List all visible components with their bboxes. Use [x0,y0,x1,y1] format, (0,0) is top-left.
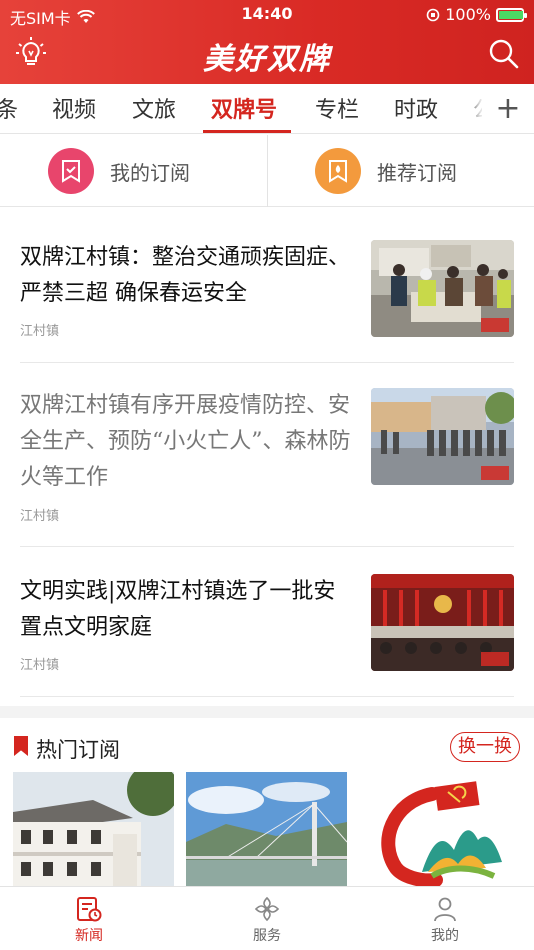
news-thumbnail [371,388,514,485]
hot-subscription-card[interactable] [362,772,534,886]
bottom-nav: 新闻 服务 我的 [0,886,534,950]
news-thumbnail [371,574,514,671]
nav-profile[interactable]: 我的 [356,887,534,950]
my-subscriptions-label: 我的订阅 [110,160,190,185]
tab-culture-tourism[interactable]: 文旅 [132,92,176,124]
recommended-subscriptions-button[interactable]: 推荐订阅 [315,135,457,207]
news-source: 江村镇 [20,658,60,673]
news-item[interactable]: 文明实践|双牌江村镇选了一批安置点文明家庭 江村镇 [20,574,514,697]
tab-headlines[interactable]: 条 [0,92,18,124]
news-item[interactable]: 双牌江村镇有序开展疫情防控、安全生产、预防“小火亡人”、森林防火等工作 江村镇 [20,388,514,547]
hot-subscription-card[interactable] [186,772,347,886]
bookmark-icon [14,736,28,756]
app-logo: 美好双牌 [203,42,331,77]
news-thumbnail [371,240,514,337]
status-right: 100% [426,5,527,24]
nav-news[interactable]: 新闻 [0,887,178,950]
tab-shuangpai-hao[interactable]: 双牌号 [211,92,277,124]
status-bar: 无SIM卡 14:40 100% [0,0,534,28]
subscribe-row: 我的订阅 推荐订阅 [0,135,534,207]
news-source: 江村镇 [20,324,60,339]
news-source: 江村镇 [20,509,60,524]
orientation-lock-icon [426,8,440,21]
battery-icon [496,7,527,22]
hot-subscriptions-title: 热门订阅 [36,738,120,762]
news-title: 双牌江村镇：整治交通顽疾固症、严禁三超 确保春运安全 [20,245,351,306]
services-icon [254,896,280,922]
section-divider [0,706,534,718]
recommend-icon [315,148,361,194]
nav-services[interactable]: 服务 [178,887,356,950]
news-item[interactable]: 双牌江村镇：整治交通顽疾固症、严禁三超 确保春运安全 江村镇 [20,240,514,363]
tab-column[interactable]: 专栏 [315,92,359,124]
nav-services-label: 服务 [253,928,281,944]
hot-subscriptions-header: 热门订阅 换一换 [0,726,534,766]
recommended-subscriptions-label: 推荐订阅 [377,160,457,185]
subscribe-divider [267,135,268,207]
channel-tabs: 条 视频 文旅 双牌号 专栏 时政 公 + [0,84,534,134]
refresh-button[interactable]: 换一换 [450,732,520,762]
nav-news-label: 新闻 [75,928,103,944]
app-header: 无SIM卡 14:40 100% 美好双牌 [0,0,534,84]
search-icon [489,39,519,69]
news-title: 双牌江村镇有序开展疫情防控、安全生产、预防“小火亡人”、森林防火等工作 [20,393,351,490]
hot-subscription-card[interactable] [13,772,174,886]
my-subscriptions-icon [48,148,94,194]
tab-video[interactable]: 视频 [52,92,96,124]
active-tab-indicator [203,130,291,133]
profile-icon [434,897,456,922]
search-button[interactable] [488,38,520,70]
add-channel-button[interactable]: + [482,84,534,133]
tab-politics[interactable]: 时政 [394,92,438,124]
news-icon [77,897,102,922]
my-subscriptions-button[interactable]: 我的订阅 [48,135,190,207]
nav-profile-label: 我的 [431,928,459,944]
battery-percent: 100% [445,5,491,24]
news-title: 文明实践|双牌江村镇选了一批安置点文明家庭 [20,579,336,640]
